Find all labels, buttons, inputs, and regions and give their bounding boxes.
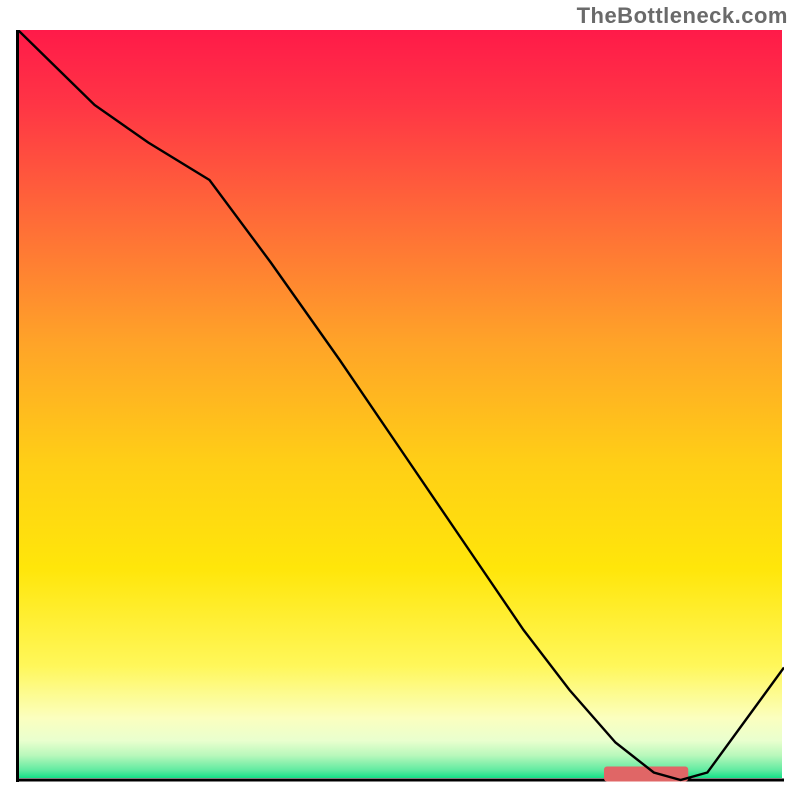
plot-area [16, 30, 784, 782]
gradient-background [18, 30, 782, 778]
bottleneck-chart [16, 30, 784, 782]
chart-container: TheBottleneck.com [0, 0, 800, 800]
watermark-text: TheBottleneck.com [577, 3, 788, 29]
